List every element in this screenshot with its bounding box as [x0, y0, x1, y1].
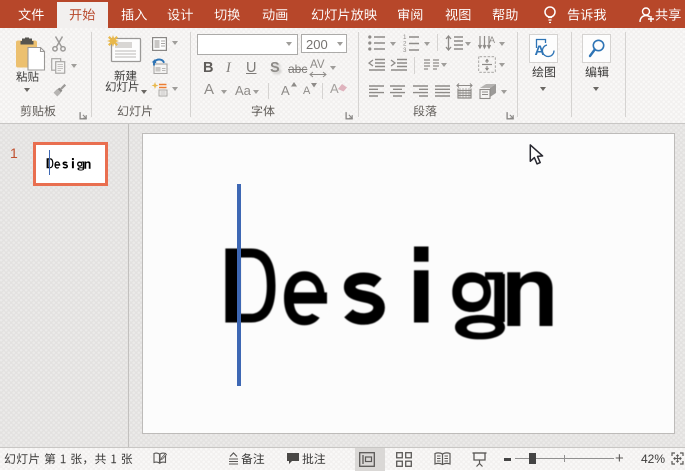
svg-text:3: 3 — [403, 47, 407, 53]
svg-text:A: A — [489, 35, 495, 45]
svg-text:A: A — [535, 42, 545, 58]
